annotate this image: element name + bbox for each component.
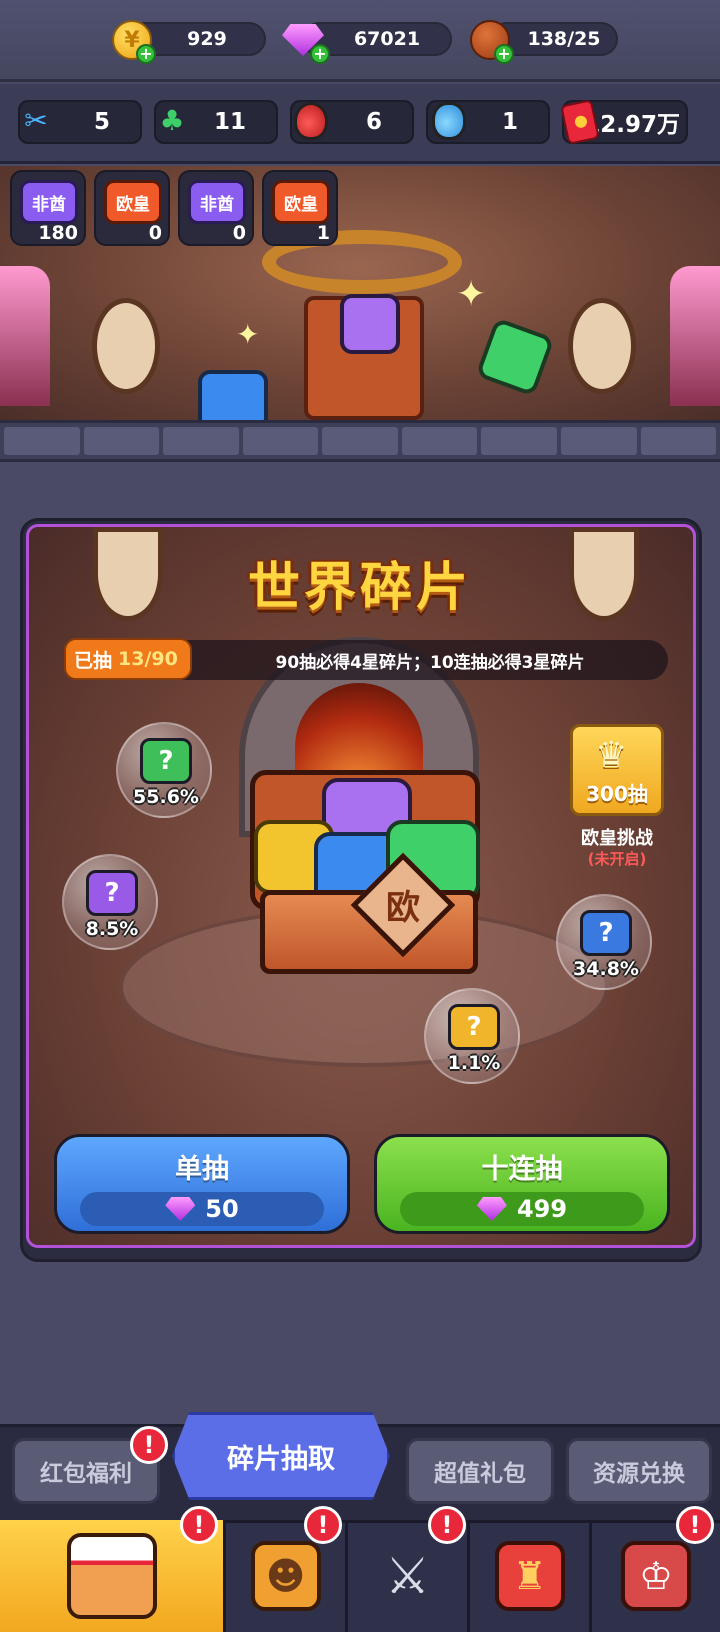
- alert-icon: !: [180, 1506, 218, 1544]
- left-window: [92, 298, 160, 394]
- single-draw-cost: 50: [80, 1192, 324, 1226]
- crown-icon: ♛: [595, 735, 628, 776]
- alert-icon: !: [304, 1506, 342, 1544]
- green-mystery-piece-icon: ?: [140, 738, 192, 784]
- single-draw-button[interactable]: 单抽 50: [54, 1134, 350, 1234]
- right-window: [568, 298, 636, 394]
- blue-potion-icon: [432, 102, 466, 140]
- blue-puzzle-piece: [198, 370, 268, 420]
- ten-draw-label: 十连抽: [481, 1154, 563, 1185]
- odds-green-pct: 55.6%: [133, 786, 199, 808]
- sparkle-icon: ✦: [236, 318, 260, 351]
- tag-label: 非酋: [20, 180, 78, 224]
- ten-draw-button[interactable]: 十连抽 499: [374, 1134, 670, 1234]
- chest-mark: 欧: [386, 888, 420, 928]
- single-draw-label: 单抽: [175, 1154, 229, 1185]
- challenge-label: 欧皇挑战: [581, 828, 653, 849]
- odds-blue[interactable]: ? 34.8%: [556, 894, 652, 990]
- add-gold-icon[interactable]: +: [136, 44, 156, 64]
- single-draw-cost-value: 50: [205, 1195, 239, 1223]
- hero-card-icon: ☻: [250, 1541, 321, 1611]
- left-torch: [0, 266, 50, 406]
- green-puzzle-piece: [475, 317, 555, 397]
- alert-icon: !: [428, 1506, 466, 1544]
- clover-icon: ♣: [159, 103, 185, 137]
- gacha-chest[interactable]: 欧: [240, 740, 490, 990]
- right-torch: [670, 266, 720, 406]
- purple-mystery-piece-icon: ?: [86, 870, 138, 916]
- red-potion-icon: [294, 102, 328, 140]
- odds-gold[interactable]: ? 1.1%: [424, 988, 520, 1084]
- odds-purple-pct: 8.5%: [85, 918, 139, 940]
- blue-potion-count: 1: [501, 109, 518, 135]
- tag-ouhuang[interactable]: 欧皇 1: [262, 170, 338, 246]
- scissors-count: 5: [93, 109, 110, 135]
- draw-counter-value: 13/90: [118, 648, 178, 670]
- tag-ouhuang[interactable]: 欧皇 0: [94, 170, 170, 246]
- ten-draw-cost: 499: [400, 1192, 644, 1226]
- gold-mystery-piece-icon: ?: [448, 1004, 500, 1050]
- draw-counter-badge: 已抽 13/90: [64, 638, 192, 680]
- challenge-status: (未开启): [587, 850, 647, 868]
- viking-castle-icon: ♔: [621, 1541, 691, 1611]
- gem-icon: [476, 1197, 507, 1221]
- tag-count: 0: [232, 222, 246, 244]
- clover-count: 11: [213, 109, 246, 135]
- odds-purple[interactable]: ? 8.5%: [62, 854, 158, 950]
- challenge-badge-text: 300抽: [586, 782, 648, 806]
- ouhuang-challenge-badge[interactable]: ♛ 300抽: [570, 724, 664, 816]
- odds-blue-pct: 34.8%: [573, 958, 639, 980]
- alert-icon: !: [130, 1426, 168, 1464]
- guild-book-icon: ♜: [494, 1541, 565, 1611]
- add-gem-icon[interactable]: +: [310, 44, 330, 64]
- tag-feiqiu[interactable]: 非酋 180: [10, 170, 86, 246]
- tag-label: 非酋: [188, 180, 246, 224]
- odds-green[interactable]: ? 55.6%: [116, 722, 212, 818]
- blue-mystery-piece-icon: ?: [580, 910, 632, 956]
- tag-count: 0: [148, 222, 162, 244]
- stone-wall: [0, 420, 720, 462]
- gacha-title: 世界碎片: [247, 558, 472, 618]
- tab-value-pack[interactable]: 超值礼包: [406, 1438, 554, 1504]
- tag-label: 欧皇: [272, 180, 330, 224]
- tag-feiqiu[interactable]: 非酋 0: [178, 170, 254, 246]
- purple-puzzle-piece: [340, 294, 400, 354]
- nav-guild[interactable]: ♜: [470, 1520, 592, 1632]
- scissors-icon: ✂: [24, 103, 48, 137]
- pity-notice: 90抽必得4星碎片；10连抽必得3星碎片: [275, 653, 585, 673]
- tab-fragment-draw[interactable]: 碎片抽取: [172, 1412, 390, 1500]
- tag-count: 180: [38, 222, 78, 244]
- shop-icon: [66, 1533, 157, 1619]
- add-stamina-icon[interactable]: +: [494, 44, 514, 64]
- tag-count: 1: [316, 222, 330, 244]
- tab-resource-exchange[interactable]: 资源兑换: [566, 1438, 712, 1504]
- red-potion-count: 6: [365, 109, 382, 135]
- tag-label: 欧皇: [104, 180, 162, 224]
- alert-icon: !: [676, 1506, 714, 1544]
- sparkle-icon: ✦: [456, 274, 487, 315]
- ten-draw-cost-value: 499: [516, 1195, 568, 1223]
- gem-icon: [165, 1197, 196, 1221]
- draw-counter-label: 已抽: [74, 649, 113, 672]
- crossed-swords-icon: ⚔: [385, 1547, 430, 1605]
- odds-gold-pct: 1.1%: [447, 1052, 501, 1074]
